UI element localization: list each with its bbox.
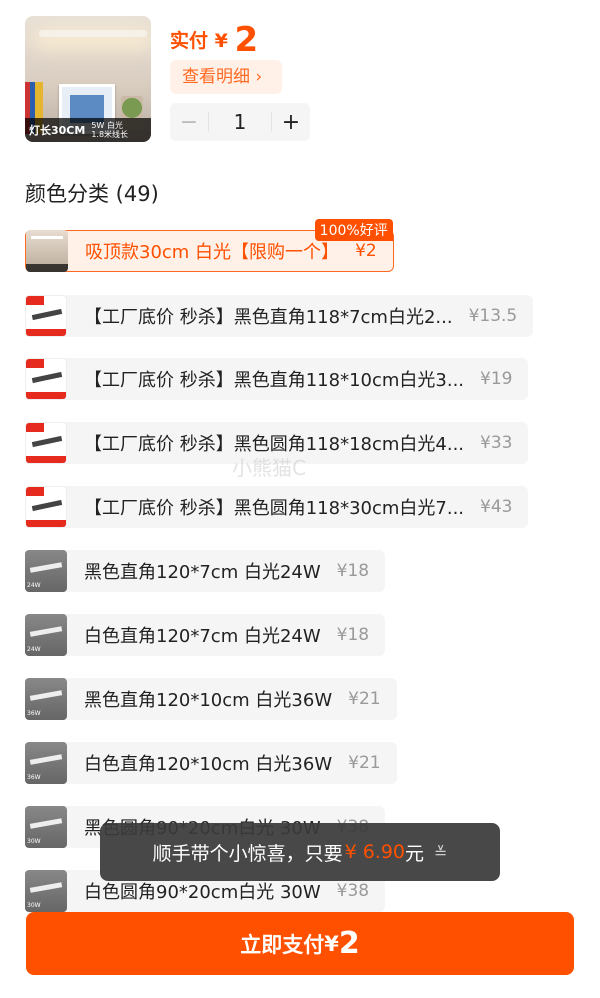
upsell-toast[interactable]: 顺手带个小惊喜，只要 ¥ 6.90 元 ≚ [100,823,500,881]
color-category-title: 颜色分类 (49) [25,182,159,206]
pay-now-currency: ¥ [324,931,339,956]
option-image: 24W [25,550,67,592]
pay-now-amount: 2 [338,926,360,961]
view-details-label: 查看明细 [182,67,250,87]
chevron-right-icon: › [255,67,263,87]
currency-symbol: ¥ [214,30,228,52]
option-item[interactable]: 【工厂底价 秒杀】黑色直角118*7cm白光2... ¥13.5 [25,295,534,337]
thumbnail-spec: 1.8米线长 [91,130,129,139]
option-label: 白色直角120*7cm 白光24W [84,626,321,647]
view-details-button[interactable]: 查看明细 › [170,60,282,94]
option-item-selected[interactable]: 吸顶款30cm 白光【限购一个】 ¥2 100%好评 [25,219,394,272]
thumbnail-specs: 5W 白光 1.8米线长 [91,121,128,139]
option-label: 白色圆角90*20cm白光 30W [84,882,321,903]
option-image [25,295,67,337]
option-image-tag: 24W [27,646,41,653]
option-price: ¥21 [348,753,381,773]
option-price: ¥18 [336,561,370,581]
option-label: 【工厂底价 秒杀】黑色直角118*7cm白光2... [84,307,453,328]
option-item[interactable]: 36W 黑色直角120*10cm 白光36W ¥21 [25,678,397,720]
pay-now-label: 立即支付 [240,932,325,957]
option-price: ¥18 [336,625,370,645]
option-price: ¥33 [480,433,513,453]
quantity-value[interactable]: 1 [208,112,272,132]
lamp-image [39,30,147,37]
option-label: 吸顶款30cm 白光【限购一个】 [85,242,340,263]
rating-badge: 100%好评 [314,219,393,241]
option-price: ¥43 [480,497,513,517]
toast-unit: 元 [405,842,425,865]
option-item[interactable]: 24W 白色直角120*7cm 白光24W ¥18 [25,614,386,656]
option-label: 黑色直角120*7cm 白光24W [84,562,321,583]
option-item[interactable]: 【工厂底价 秒杀】黑色圆角118*30cm白光7... ¥43 [25,486,529,528]
option-image-tag: 36W [27,710,41,717]
chevron-down-icon[interactable]: ≚ [434,843,447,862]
option-item[interactable]: 36W 白色直角120*10cm 白光36W ¥21 [25,742,397,784]
option-image [25,486,67,528]
toast-text: 顺手带个小惊喜，只要 [152,842,343,865]
option-image-tag: 24W [27,582,41,589]
option-image: 30W [25,870,67,912]
option-image: 36W [25,678,67,720]
option-image [25,358,67,400]
option-label: 白色直角120*10cm 白光36W [84,754,333,775]
toast-price: ¥ 6.90 [344,841,406,863]
option-label: 黑色直角120*10cm 白光36W [84,690,333,711]
product-thumbnail: 灯长30CM 5W 白光 1.8米线长 [25,16,151,142]
option-image: 30W [25,806,67,848]
option-price: ¥21 [348,689,381,709]
thumbnail-caption-bar: 灯长30CM 5W 白光 1.8米线长 [25,118,151,142]
option-label: 【工厂底价 秒杀】黑色圆角118*30cm白光7... [84,498,465,519]
option-price: ¥2 [355,241,377,261]
option-price: ¥19 [480,369,513,389]
option-price: ¥13.5 [468,306,518,326]
pay-amount: 2 [234,20,259,60]
actual-payment: 实付 ¥ 2 [170,20,258,60]
option-image [25,422,67,464]
pay-now-button[interactable]: 立即支付 ¥ 2 [26,912,574,975]
increment-button[interactable]: + [272,110,310,135]
option-item[interactable]: 24W 黑色直角120*7cm 白光24W ¥18 [25,550,386,592]
quantity-stepper[interactable]: − 1 + [170,103,310,141]
watermark: 小熊猫C [232,456,306,480]
option-image [26,230,68,272]
option-image: 24W [25,614,67,656]
decrement-button[interactable]: − [170,110,208,135]
option-image-tag: 30W [27,902,41,909]
thumbnail-spec: 5W 白光 [91,121,123,130]
option-label: 【工厂底价 秒杀】黑色直角118*10cm白光3... [84,370,465,391]
option-image-tag: 30W [27,838,41,845]
thumbnail-caption: 灯长30CM [29,124,86,137]
pay-label: 实付 [170,30,209,52]
option-price: ¥38 [336,881,370,901]
option-image: 36W [25,742,67,784]
option-item[interactable]: 【工厂底价 秒杀】黑色直角118*10cm白光3... ¥19 [25,358,529,400]
option-image-tag: 36W [27,774,41,781]
